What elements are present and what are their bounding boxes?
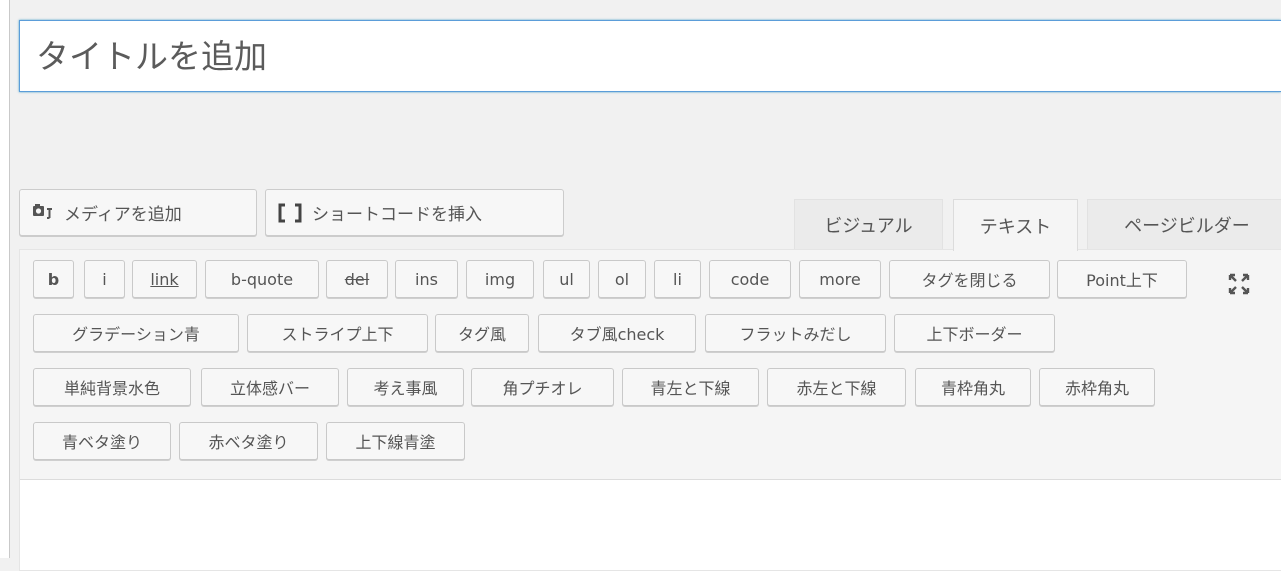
qt-red-fill-button[interactable]: 赤ベタ塗り [179, 422, 318, 460]
qt-italic-button[interactable]: i [84, 260, 125, 298]
title-field-wrap [19, 20, 1281, 92]
qt-bold-button[interactable]: b [33, 260, 74, 298]
qt-red-left-underline-button[interactable]: 赤左と下線 [767, 368, 906, 406]
qt-ul-button[interactable]: ul [543, 260, 590, 298]
insert-shortcode-button[interactable]: ショートコードを挿入 [265, 189, 564, 236]
tab-visual[interactable]: ビジュアル [794, 199, 943, 250]
qt-code-button[interactable]: code [709, 260, 791, 298]
qt-thinking-style-button[interactable]: 考え事風 [347, 368, 464, 406]
qt-ins-button[interactable]: ins [395, 260, 458, 298]
qt-blue-fill-button[interactable]: 青ベタ塗り [33, 422, 171, 460]
post-title-input[interactable] [19, 20, 1281, 92]
qt-stripe-updown-button[interactable]: ストライプ上下 [247, 314, 428, 352]
qt-link-button[interactable]: link [132, 260, 197, 298]
qt-updown-line-blue-button[interactable]: 上下線青塗 [326, 422, 465, 460]
insert-shortcode-label: ショートコードを挿入 [312, 205, 482, 225]
tab-visual-label: ビジュアル [824, 216, 913, 237]
qt-more-button[interactable]: more [799, 260, 881, 298]
qt-red-frame-round-button[interactable]: 赤枠角丸 [1039, 368, 1155, 406]
qt-updown-border-button[interactable]: 上下ボーダー [894, 314, 1055, 352]
add-media-button[interactable]: メディアを追加 [19, 189, 257, 236]
qt-plain-lightblue-button[interactable]: 単純背景水色 [33, 368, 191, 406]
qt-close-tags-button[interactable]: タグを閉じる [889, 260, 1050, 298]
qt-tag-style-button[interactable]: タグ風 [435, 314, 529, 352]
editor-textarea[interactable] [20, 480, 1281, 570]
add-media-label: メディアを追加 [64, 205, 182, 225]
qt-blockquote-button[interactable]: b-quote [205, 260, 319, 298]
qt-corner-orange-button[interactable]: 角プチオレ [471, 368, 614, 406]
qt-blue-left-underline-button[interactable]: 青左と下線 [622, 368, 759, 406]
tab-page-builder[interactable]: ページビルダー [1087, 199, 1281, 250]
qt-ol-button[interactable]: ol [598, 260, 646, 298]
qt-img-button[interactable]: img [466, 260, 534, 298]
tab-text[interactable]: テキスト [953, 199, 1078, 251]
qt-tab-check-button[interactable]: タブ風check [538, 314, 696, 352]
qt-gradient-blue-button[interactable]: グラデーション青 [33, 314, 239, 352]
qt-flat-heading-button[interactable]: フラットみだし [705, 314, 886, 352]
qt-li-button[interactable]: li [654, 260, 701, 298]
tab-page-builder-label: ページビルダー [1124, 216, 1250, 237]
qt-3d-bar-button[interactable]: 立体感バー [201, 368, 339, 406]
shortcode-brackets-icon [278, 203, 302, 223]
add-media-icon [32, 203, 54, 223]
left-frame-edge [0, 0, 10, 558]
fullscreen-toggle-icon[interactable] [1228, 273, 1250, 295]
text-editor: b i link b-quote del ins img ul ol li co… [19, 249, 1281, 571]
qt-point-updown-button[interactable]: Point上下 [1057, 260, 1187, 298]
quicktags-toolbar: b i link b-quote del ins img ul ol li co… [20, 250, 1281, 480]
qt-blue-frame-round-button[interactable]: 青枠角丸 [915, 368, 1031, 406]
qt-del-button[interactable]: del [326, 260, 388, 298]
tab-text-label: テキスト [979, 216, 1052, 238]
